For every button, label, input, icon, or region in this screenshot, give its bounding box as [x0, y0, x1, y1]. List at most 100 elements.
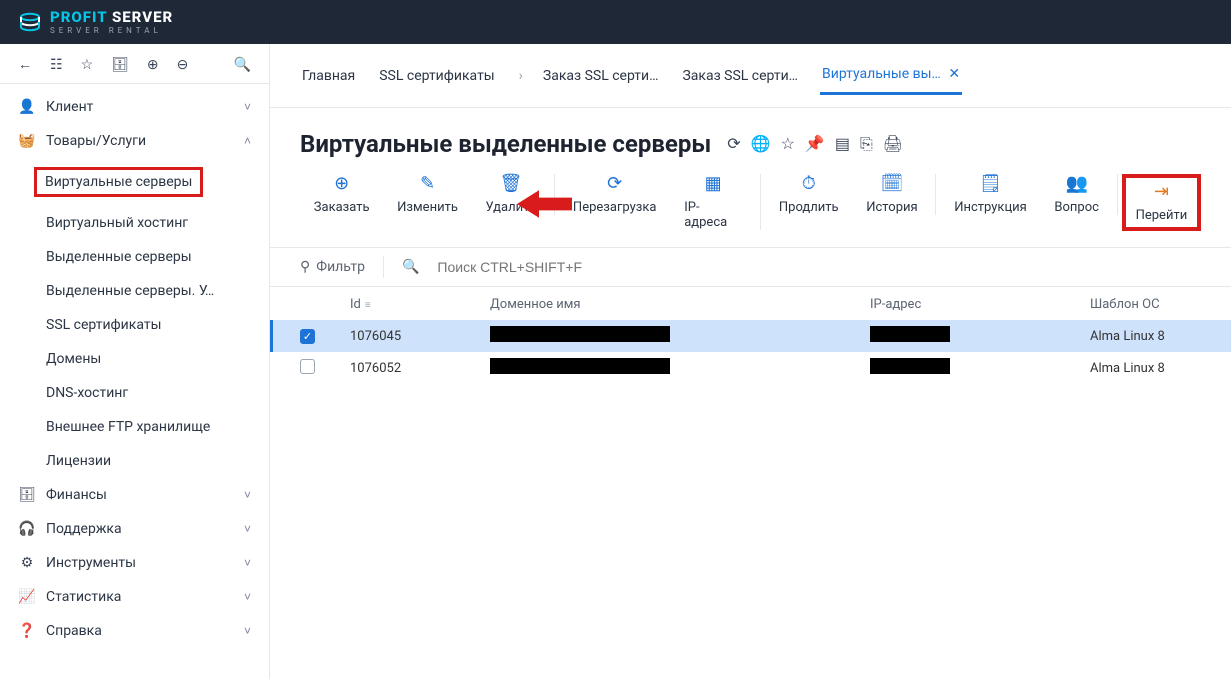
col-os[interactable]: Шаблон ОС	[1090, 297, 1201, 312]
chart-icon: 📈	[18, 589, 36, 605]
gear-icon: ⚙	[18, 555, 36, 571]
sidebar-sub-licenses[interactable]: Лицензии	[46, 444, 269, 478]
ip-icon: ▦	[705, 174, 722, 194]
row-checkbox[interactable]	[300, 359, 315, 374]
topbar: PROFIT SERVER SERVER RENTAL	[0, 0, 1231, 44]
search-icon[interactable]: 🔍	[234, 57, 251, 73]
export-icon[interactable]: ⎘	[860, 134, 873, 154]
sidebar-item-label: Поддержка	[46, 521, 122, 537]
reboot-icon: ⟳	[607, 174, 622, 194]
print-icon[interactable]: 🖨	[883, 134, 903, 154]
action-label: Инструкция	[954, 200, 1027, 215]
sidebar-item-help[interactable]: ❓ Справка ˅	[0, 614, 269, 648]
action-question[interactable]: 👥 Вопрос	[1041, 174, 1118, 215]
action-order[interactable]: ⊕ Заказать	[300, 174, 383, 215]
table-row[interactable]: ✓ 1076045 Alma Linux 8	[270, 320, 1231, 352]
sidebar-sub-virtual-hosting[interactable]: Виртуальный хостинг	[46, 206, 269, 240]
sidebar-sub-ssl[interactable]: SSL сертификаты	[46, 308, 269, 342]
table-row[interactable]: 1076052 Alma Linux 8	[270, 352, 1231, 384]
plus-icon[interactable]: ⊕	[147, 57, 159, 73]
sidebar-sub-dns[interactable]: DNS-хостинг	[46, 376, 269, 410]
refresh-icon[interactable]: ⟳	[727, 134, 740, 154]
cell-id: 1076052	[350, 361, 490, 376]
sidebar-tools: ← ☷ ☆ 🗄 ⊕ ⊖ 🔍	[0, 44, 269, 84]
divider	[383, 256, 384, 278]
annotation-arrow-left	[517, 187, 572, 221]
page-header: Виртуальные выделенные серверы ⟳ 🌐 ☆ 📌 ▤…	[270, 108, 1231, 174]
action-edit[interactable]: ✎ Изменить	[383, 174, 471, 215]
sidebar-item-finance[interactable]: 🗄 Финансы ˅	[0, 478, 269, 512]
servers-table: Id≡ Доменное имя IP-адрес Шаблон ОС ✓ 10…	[270, 287, 1231, 384]
sidebar-item-statistics[interactable]: 📈 Статистика ˅	[0, 580, 269, 614]
tab-ssl-certs[interactable]: SSL сертификаты	[377, 62, 496, 94]
chevron-down-icon: ˅	[244, 556, 251, 570]
edit-icon: ✎	[420, 174, 435, 194]
action-history[interactable]: 🗓 История	[852, 174, 936, 215]
sidebar-item-support[interactable]: 🎧 Поддержка ˅	[0, 512, 269, 546]
chevron-down-icon: ˅	[244, 488, 251, 502]
sidebar-sub-dedicated-servers-u[interactable]: Выделенные серверы. У…	[46, 274, 269, 308]
calendar-icon: 🗓	[881, 174, 904, 194]
filter-button[interactable]: ⚲ Фильтр	[300, 259, 365, 275]
sidebar-item-label: Финансы	[46, 487, 107, 503]
action-renew[interactable]: ⏱ Продлить	[765, 174, 852, 215]
col-ip[interactable]: IP-адрес	[870, 297, 1090, 312]
action-ip[interactable]: ▦ IP-адреса	[670, 174, 761, 230]
sidebar-sub-virtual-servers[interactable]: Виртуальные серверы	[46, 158, 269, 206]
chevron-down-icon: ˅	[244, 100, 251, 114]
tab-ssl-order-2[interactable]: Заказ SSL серти…	[680, 62, 800, 94]
sidebar-item-client[interactable]: 👤 Клиент ˅	[0, 90, 269, 124]
table-header: Id≡ Доменное имя IP-адрес Шаблон ОС	[270, 287, 1231, 320]
logo-text: PROFIT SERVER SERVER RENTAL	[50, 10, 173, 35]
tab-main[interactable]: Главная	[300, 62, 357, 94]
tab-virtual-servers[interactable]: Виртуальные вы… ✕	[820, 60, 962, 95]
redacted	[490, 358, 670, 374]
action-reboot[interactable]: ⟳ Перезагрузка	[559, 174, 670, 215]
action-label: Перейти	[1136, 208, 1188, 223]
briefcase-icon[interactable]: 🗄	[111, 57, 129, 73]
filter-bar: ⚲ Фильтр 🔍	[270, 247, 1231, 287]
columns-icon[interactable]: ▤	[835, 134, 850, 154]
action-goto[interactable]: ⇥ Перейти	[1122, 174, 1201, 231]
sidebar-item-products[interactable]: 🧺 Товары/Услуги ˄	[0, 124, 269, 158]
logo[interactable]: PROFIT SERVER SERVER RENTAL	[18, 10, 173, 35]
sidebar-sub-dedicated-servers[interactable]: Выделенные серверы	[46, 240, 269, 274]
action-label: Изменить	[397, 200, 458, 215]
action-label: Вопрос	[1054, 200, 1099, 215]
minus-icon[interactable]: ⊖	[177, 57, 189, 73]
row-checkbox[interactable]: ✓	[300, 329, 315, 344]
globe-icon[interactable]: 🌐	[751, 134, 771, 154]
plus-icon: ⊕	[334, 174, 349, 194]
action-instruction[interactable]: 🗒 Инструкция	[940, 174, 1040, 215]
star-icon[interactable]: ☆	[81, 57, 94, 73]
star-icon[interactable]: ☆	[781, 134, 795, 154]
back-icon[interactable]: ←	[18, 56, 32, 73]
action-label: Перезагрузка	[573, 200, 657, 215]
cell-ip	[870, 358, 1090, 378]
tab-ssl-order-1[interactable]: Заказ SSL серти…	[517, 62, 661, 94]
help-icon: ❓	[18, 623, 36, 639]
search-icon: 🔍	[402, 259, 419, 275]
sidebar-sub-ftp[interactable]: Внешнее FTP хранилище	[46, 410, 269, 444]
sidebar-sub-domains[interactable]: Домены	[46, 342, 269, 376]
filter-label: Фильтр	[316, 259, 365, 275]
chevron-down-icon: ˅	[244, 624, 251, 638]
cell-domain	[490, 358, 870, 378]
action-label: Заказать	[314, 200, 370, 215]
sidebar-item-label: Клиент	[46, 99, 93, 115]
toolbar: ⊕ Заказать ✎ Изменить 🗑 Удалить ⟳ Переза…	[270, 174, 1231, 247]
tree-icon[interactable]: ☷	[50, 57, 63, 73]
sidebar-nav: 👤 Клиент ˅ 🧺 Товары/Услуги ˄ Виртуальные…	[0, 84, 269, 679]
headset-icon: 🎧	[18, 521, 36, 537]
sidebar-item-tools[interactable]: ⚙ Инструменты ˅	[0, 546, 269, 580]
pin-icon[interactable]: 📌	[805, 134, 825, 154]
sidebar: ← ☷ ☆ 🗄 ⊕ ⊖ 🔍 👤 Клиент ˅ 🧺 Товары/Услуги…	[0, 44, 270, 679]
redacted	[490, 326, 670, 342]
sidebar-submenu-products: Виртуальные серверы Виртуальный хостинг …	[0, 158, 269, 478]
col-id[interactable]: Id≡	[350, 297, 490, 312]
col-domain[interactable]: Доменное имя	[490, 297, 870, 312]
chevron-down-icon: ˅	[244, 590, 251, 604]
search-input[interactable]	[437, 259, 1201, 275]
sort-icon: ≡	[365, 300, 371, 311]
close-icon[interactable]: ✕	[948, 66, 960, 82]
